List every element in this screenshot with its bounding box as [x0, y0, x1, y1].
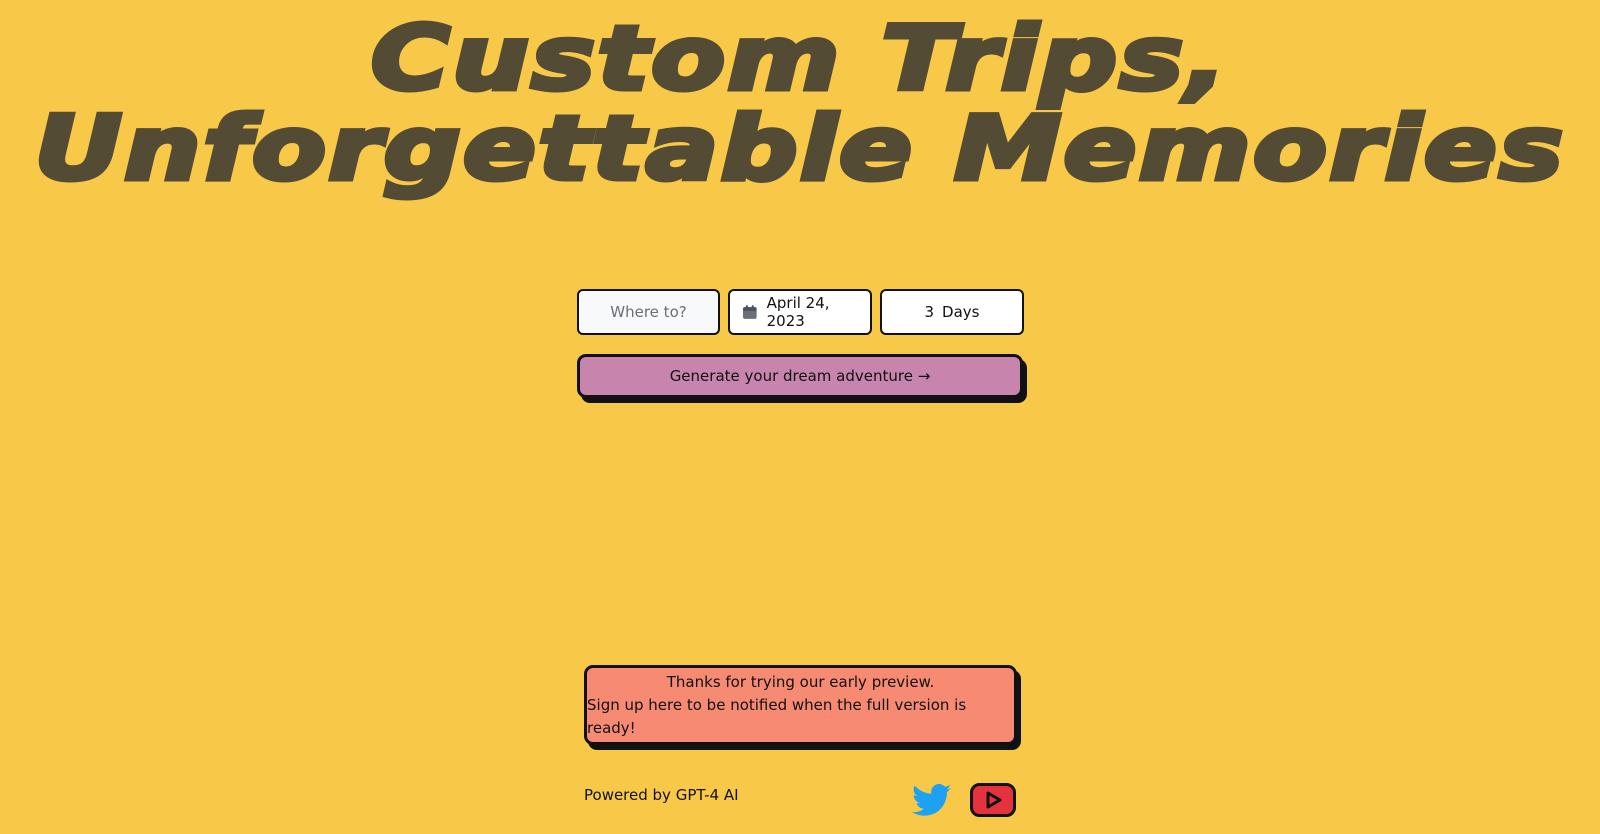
- notice-line-2: Sign up here to be notified when the ful…: [587, 695, 967, 737]
- twitter-icon: [912, 783, 952, 816]
- notice-line-1: Thanks for trying our early preview.: [666, 672, 935, 691]
- date-field[interactable]: April 24, 2023: [728, 289, 872, 335]
- destination-field[interactable]: [577, 289, 720, 335]
- twitter-link[interactable]: [912, 781, 952, 819]
- powered-by-text: Powered by GPT-4 AI: [584, 786, 739, 804]
- youtube-link[interactable]: [969, 781, 1017, 819]
- calendar-icon: [742, 305, 757, 319]
- page-title: Custom Trips, Unforgettable Memories: [0, 7, 1600, 200]
- days-unit-label: Days: [942, 303, 980, 321]
- page-title-line-2: Unforgettable Memories: [31, 97, 1566, 200]
- youtube-icon: [970, 783, 1016, 817]
- early-preview-signup-banner[interactable]: Thanks for trying our early preview. Sig…: [584, 665, 1017, 745]
- date-value: April 24, 2023: [766, 294, 830, 330]
- page-title-line-1: Custom Trips,: [368, 7, 1230, 110]
- destination-input[interactable]: [586, 302, 711, 322]
- days-field[interactable]: 3 Days: [880, 289, 1024, 335]
- trip-form: April 24, 2023 3 Days: [577, 289, 1024, 339]
- days-count: 3: [924, 303, 935, 321]
- generate-button[interactable]: Generate your dream adventure →: [577, 354, 1023, 398]
